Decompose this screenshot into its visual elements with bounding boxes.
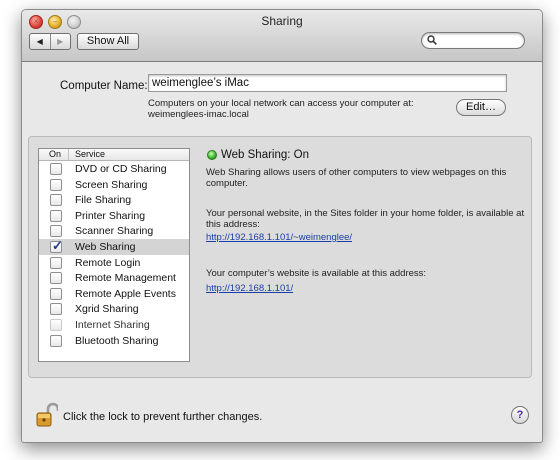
checkmark-icon: ✓: [52, 237, 63, 253]
service-checkbox[interactable]: [50, 334, 62, 347]
back-arrow-icon: ◀: [36, 37, 43, 46]
service-label: Web Sharing: [75, 240, 136, 253]
service-label: Remote Apple Events: [75, 287, 176, 300]
sharing-window: × – Sharing ◀ ▶ Show All Computer Name: …: [21, 9, 543, 443]
forward-button[interactable]: ▶: [51, 34, 71, 49]
service-list-header: On Service: [39, 149, 189, 161]
service-checkbox[interactable]: ✓: [50, 237, 63, 253]
header-divider: [68, 149, 69, 160]
web-sharing-status: Web Sharing: On: [221, 149, 310, 161]
service-row[interactable]: Scanner Sharing: [39, 223, 189, 239]
header-on[interactable]: On: [49, 149, 61, 160]
service-label: Internet Sharing: [75, 318, 150, 331]
header-service[interactable]: Service: [75, 149, 105, 160]
computer-name-hostname: weimenglees-imac.local: [148, 109, 249, 120]
service-row[interactable]: Remote Login: [39, 255, 189, 271]
show-all-button[interactable]: Show All: [77, 33, 139, 50]
service-row[interactable]: Printer Sharing: [39, 208, 189, 224]
service-label: Remote Management: [75, 272, 176, 285]
service-row[interactable]: Remote Management: [39, 270, 189, 286]
service-label: File Sharing: [75, 194, 132, 207]
service-checkbox[interactable]: [50, 178, 62, 191]
service-row[interactable]: Xgrid Sharing: [39, 301, 189, 317]
web-sharing-description: Web Sharing allows users of other comput…: [206, 167, 507, 189]
lock-icon[interactable]: [36, 402, 60, 431]
service-checkbox: [50, 318, 62, 331]
service-label: Printer Sharing: [75, 209, 146, 222]
computer-website-link[interactable]: http://192.168.1.101/: [206, 283, 293, 294]
service-row[interactable]: DVD or CD Sharing: [39, 161, 189, 177]
service-label: Xgrid Sharing: [75, 303, 139, 316]
computer-website-text: Your computer’s website is available at …: [206, 268, 427, 279]
edit-button[interactable]: Edit…: [456, 99, 506, 116]
service-checkbox[interactable]: [50, 272, 62, 285]
computer-name-label: Computer Name:: [60, 80, 148, 92]
service-checkbox[interactable]: [50, 256, 62, 269]
search-icon: [427, 35, 437, 45]
lock-message: Click the lock to prevent further change…: [63, 411, 263, 423]
personal-website-text: Your personal website, in the Sites fold…: [206, 208, 525, 230]
window-title: Sharing: [261, 14, 303, 28]
service-checkbox[interactable]: [50, 225, 62, 238]
personal-website-link[interactable]: http://192.168.1.101/~weimenglee/: [206, 232, 352, 243]
service-label: Bluetooth Sharing: [75, 334, 159, 347]
back-forward-control: ◀ ▶: [29, 33, 71, 50]
service-row[interactable]: Internet Sharing: [39, 317, 189, 333]
service-checkbox[interactable]: [50, 303, 62, 316]
forward-arrow-icon: ▶: [57, 37, 64, 46]
service-row[interactable]: File Sharing: [39, 192, 189, 208]
search-field[interactable]: [421, 32, 525, 49]
title-bar: × – Sharing ◀ ▶ Show All: [22, 10, 542, 62]
service-row[interactable]: ✓ Web Sharing: [39, 237, 189, 255]
computer-name-description: Computers on your local network can acce…: [148, 98, 414, 120]
service-row[interactable]: Screen Sharing: [39, 177, 189, 193]
status-on-icon: [207, 150, 217, 160]
service-list: On Service DVD or CD Sharing Screen Shari…: [38, 148, 190, 362]
back-button[interactable]: ◀: [30, 34, 51, 49]
service-label: Screen Sharing: [75, 178, 148, 191]
help-button[interactable]: ?: [511, 406, 529, 424]
computer-name-input[interactable]: weimenglee’s iMac: [148, 74, 507, 92]
service-row[interactable]: Bluetooth Sharing: [39, 333, 189, 349]
service-label: DVD or CD Sharing: [75, 163, 167, 175]
service-row[interactable]: Remote Apple Events: [39, 286, 189, 302]
computer-name-description-line1: Computers on your local network can acce…: [148, 98, 414, 109]
service-checkbox[interactable]: [50, 287, 62, 300]
service-checkbox[interactable]: [50, 163, 62, 175]
service-label: Scanner Sharing: [75, 225, 154, 238]
service-checkbox[interactable]: [50, 194, 62, 207]
service-label: Remote Login: [75, 256, 141, 269]
service-checkbox[interactable]: [50, 209, 62, 222]
